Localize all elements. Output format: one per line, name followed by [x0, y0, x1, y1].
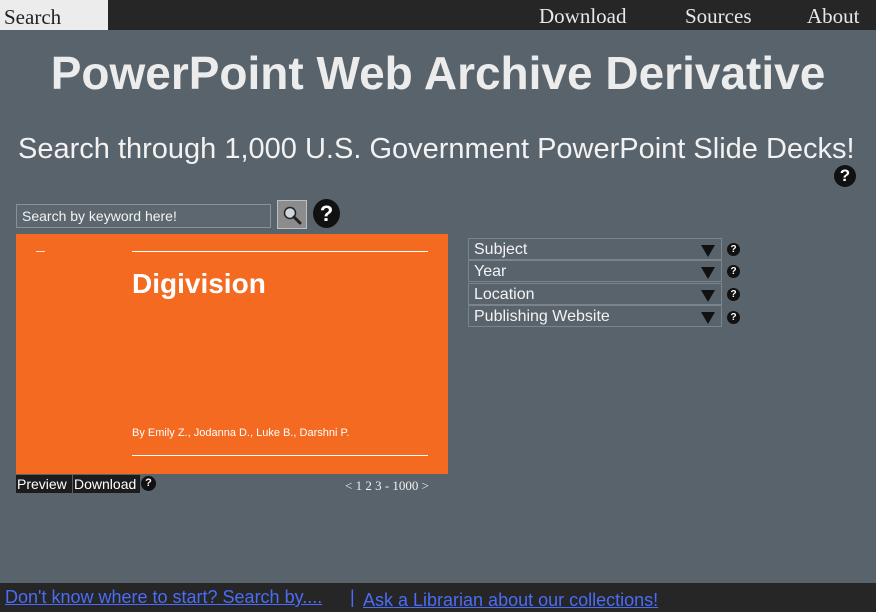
filter-year-dropdown[interactable]: Year	[468, 260, 722, 282]
footer-separator: |	[350, 587, 355, 607]
top-nav-bar: Search Download Sources About	[0, 0, 876, 30]
footer-link-ask-librarian[interactable]: Ask a Librarian about our collections!	[363, 590, 658, 611]
filter-year-help-icon[interactable]: ?	[727, 265, 740, 278]
filter-label: Publishing Website	[474, 308, 610, 325]
filter-location-help-icon[interactable]: ?	[727, 288, 740, 301]
result-slide-thumbnail[interactable]: Digivision By Emily Z., Jodanna D., Luke…	[16, 234, 448, 474]
page-subtitle: Search through 1,000 U.S. Government Pow…	[18, 133, 855, 165]
nav-tab-search[interactable]: Search	[0, 0, 108, 30]
search-help-icon[interactable]: ?	[313, 199, 340, 228]
slide-divider-top	[132, 251, 428, 252]
nav-link-sources[interactable]: Sources	[685, 0, 752, 30]
nav-link-about[interactable]: About	[807, 0, 860, 30]
footer-bar: Don't know where to start? Search by....…	[0, 583, 876, 612]
footer-link-search-by[interactable]: Don't know where to start? Search by....	[5, 587, 322, 608]
download-button[interactable]: Download	[73, 475, 140, 493]
filter-label: Year	[474, 263, 507, 280]
chevron-down-icon	[701, 245, 715, 257]
filter-location-dropdown[interactable]: Location	[468, 283, 722, 305]
search-button[interactable]	[277, 200, 307, 229]
filter-label: Location	[474, 286, 535, 303]
nav-link-download[interactable]: Download	[539, 0, 627, 30]
magnifier-icon	[283, 206, 302, 225]
filter-publishing-website-dropdown[interactable]: Publishing Website	[468, 305, 722, 327]
slide-byline: By Emily Z., Jodanna D., Luke B., Darshn…	[132, 427, 350, 439]
chevron-down-icon	[701, 267, 715, 279]
preview-button[interactable]: Preview	[16, 475, 72, 493]
page-title: PowerPoint Web Archive Derivative	[50, 47, 826, 99]
slide-divider-bottom	[132, 455, 428, 456]
pagination[interactable]: < 1 2 3 - 1000 >	[345, 478, 429, 494]
help-icon[interactable]: ?	[834, 165, 856, 187]
slide-title: Digivision	[132, 268, 266, 299]
search-input[interactable]	[16, 204, 271, 228]
slide-decoration-dash	[36, 251, 45, 252]
filter-subject-help-icon[interactable]: ?	[727, 243, 740, 256]
filter-label: Subject	[474, 241, 528, 258]
chevron-down-icon	[701, 312, 715, 324]
result-help-icon[interactable]: ?	[141, 476, 156, 491]
filter-subject-dropdown[interactable]: Subject	[468, 238, 722, 260]
chevron-down-icon	[701, 290, 715, 302]
filter-publishing-website-help-icon[interactable]: ?	[727, 311, 740, 324]
